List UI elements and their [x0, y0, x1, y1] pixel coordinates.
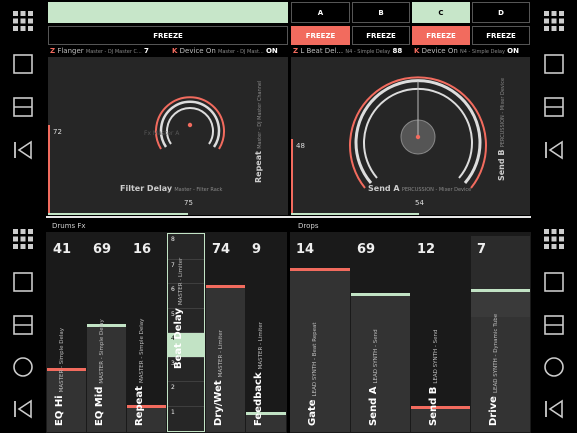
- fader-feedback[interactable]: 9 Feedback MASTER - Limiter: [246, 236, 286, 432]
- x-param-label-right: Send A PERCUSSION - Mixer Device: [368, 184, 472, 193]
- fader-value: 69: [357, 242, 376, 257]
- app-root: FREEZE Z Flanger Master - DJ Master C...…: [0, 0, 577, 433]
- square-icon[interactable]: [539, 267, 569, 297]
- fader-level: [351, 293, 410, 432]
- knob-ghost-label: Fx Master A: [144, 130, 180, 137]
- split-square-icon[interactable]: [539, 92, 569, 122]
- grid-icon[interactable]: [8, 6, 38, 36]
- fader-level: [87, 324, 126, 432]
- fader-level: [471, 289, 530, 432]
- y-level-bar-right: [291, 139, 293, 215]
- fader-level: [47, 368, 86, 432]
- fader-label: Feedback MASTER - Limiter: [253, 321, 264, 426]
- y-param-label: Repeat Master - DJ Master Channel: [254, 80, 263, 183]
- slot-a-button[interactable]: A: [291, 2, 350, 23]
- fader-eq-hi[interactable]: 41 EQ Hi MASTER - Simple Delay: [47, 236, 86, 432]
- fader-value: 9: [252, 242, 262, 257]
- fader-value: 7: [477, 242, 487, 257]
- grid-icon[interactable]: [539, 6, 569, 36]
- fader-eq-mid[interactable]: 69 EQ Mid MASTER - Simple Delay: [87, 236, 126, 432]
- square-icon[interactable]: [539, 49, 569, 79]
- x-level-bar: [48, 213, 188, 215]
- drums-title: Drums Fx: [52, 222, 86, 230]
- step-cell[interactable]: 2: [168, 381, 204, 391]
- grid-icon[interactable]: [539, 224, 569, 254]
- x-param-label: Filter Delay Master - Filter Rack: [120, 184, 223, 193]
- y-value-right: 48: [296, 142, 305, 150]
- drops-title: Drops: [298, 222, 319, 230]
- freeze-b-button[interactable]: FREEZE: [352, 26, 410, 45]
- fader-level: [246, 412, 286, 432]
- skip-back-icon[interactable]: [539, 135, 569, 165]
- fader-repeat[interactable]: 16 Repeat MASTER - Simple Delay: [127, 236, 166, 432]
- fader-label: Dry/Wet MASTER - Limiter: [213, 329, 224, 426]
- fader-label: Repeat MASTER - Simple Delay: [134, 318, 145, 426]
- fader-value: 41: [53, 242, 72, 257]
- grid-icon[interactable]: [8, 224, 38, 254]
- step-cell[interactable]: 8: [168, 234, 204, 243]
- split-square-icon[interactable]: [8, 92, 38, 122]
- macro-z-label: Z Flanger Master - DJ Master C... 7: [50, 47, 149, 55]
- beat-delay-steps[interactable]: 8 7 6 5 4 3 2 1 Beat Delay MASTER - Limit…: [167, 233, 205, 432]
- fader-label: EQ Mid MASTER - Simple Delay: [94, 319, 105, 426]
- freeze-a-button[interactable]: FREEZE: [291, 26, 350, 45]
- fader-gate[interactable]: 14 Gate LEAD SYNTH - Beat Repeat: [290, 236, 350, 432]
- fader-value: 12: [417, 242, 436, 257]
- skip-back-icon[interactable]: [8, 394, 38, 424]
- step-cell[interactable]: 1: [168, 406, 204, 416]
- slot-d-button[interactable]: D: [472, 2, 530, 23]
- skip-back-icon[interactable]: [539, 394, 569, 424]
- macro-z-label-right: Z L Beat Del... N4 - Simple Delay 88: [293, 47, 403, 55]
- fader-value: 16: [133, 242, 152, 257]
- x-value: 75: [184, 199, 193, 207]
- knob-left[interactable]: [148, 85, 232, 169]
- freeze-c-button[interactable]: FREEZE: [412, 26, 470, 45]
- y-value: 72: [53, 128, 62, 136]
- circle-icon[interactable]: [539, 352, 569, 382]
- fader-level: [206, 285, 245, 432]
- macro-k-label-right: K Device On N4 - Simple Delay ON: [414, 47, 519, 55]
- slot-b-button[interactable]: B: [352, 2, 410, 23]
- fader-label: Send A LEAD SYNTH - Send: [368, 329, 379, 426]
- fader-label: Beat Delay MASTER - Limiter: [173, 257, 184, 369]
- right-sidebar: [531, 0, 577, 433]
- square-icon[interactable]: [8, 267, 38, 297]
- square-icon[interactable]: [8, 49, 38, 79]
- fader-dry-wet[interactable]: 74 Dry/Wet MASTER - Limiter: [206, 236, 245, 432]
- section-divider: [46, 216, 531, 218]
- fader-value: 69: [93, 242, 112, 257]
- fader-send-a[interactable]: 69 Send A LEAD SYNTH - Send: [351, 236, 410, 432]
- circle-icon[interactable]: [8, 352, 38, 382]
- xy-pad-left[interactable]: 72 75 Fx Master A Filter Delay Master - …: [48, 57, 288, 215]
- fader-value: 74: [212, 242, 231, 257]
- fader-value: 14: [296, 242, 315, 257]
- fader-label: Gate LEAD SYNTH - Beat Repeat: [307, 322, 318, 426]
- slot-c-button[interactable]: C: [412, 2, 470, 23]
- y-level-bar: [48, 125, 50, 215]
- freeze-button[interactable]: FREEZE: [48, 26, 288, 45]
- freeze-d-button[interactable]: FREEZE: [472, 26, 530, 45]
- y-param-label-right: Send B PERCUSSION - Mixer Device: [497, 77, 506, 181]
- xy-pad-right[interactable]: 48 54 Send A PERCUSSION - Mixer Device S…: [291, 57, 530, 215]
- slot-selector[interactable]: [48, 2, 288, 23]
- fader-send-b[interactable]: 12 Send B LEAD SYNTH - Send: [411, 236, 470, 432]
- fader-level: [127, 405, 166, 432]
- fader-drive[interactable]: 7 Drive LEAD SYNTH - Dynamic Tube: [471, 236, 530, 432]
- x-level-bar-right: [291, 213, 419, 215]
- fader-level: [290, 268, 350, 432]
- macro-k-label: K Device On Master - DJ Mast... ON: [172, 47, 278, 55]
- fader-level: [411, 406, 470, 432]
- split-square-icon[interactable]: [8, 310, 38, 340]
- fader-label: EQ Hi MASTER - Simple Delay: [54, 327, 65, 426]
- skip-back-icon[interactable]: [8, 135, 38, 165]
- left-sidebar: [0, 0, 46, 433]
- fader-label: Drive LEAD SYNTH - Dynamic Tube: [488, 313, 499, 426]
- fader-label: Send B LEAD SYNTH - Send: [428, 329, 439, 426]
- split-square-icon[interactable]: [539, 310, 569, 340]
